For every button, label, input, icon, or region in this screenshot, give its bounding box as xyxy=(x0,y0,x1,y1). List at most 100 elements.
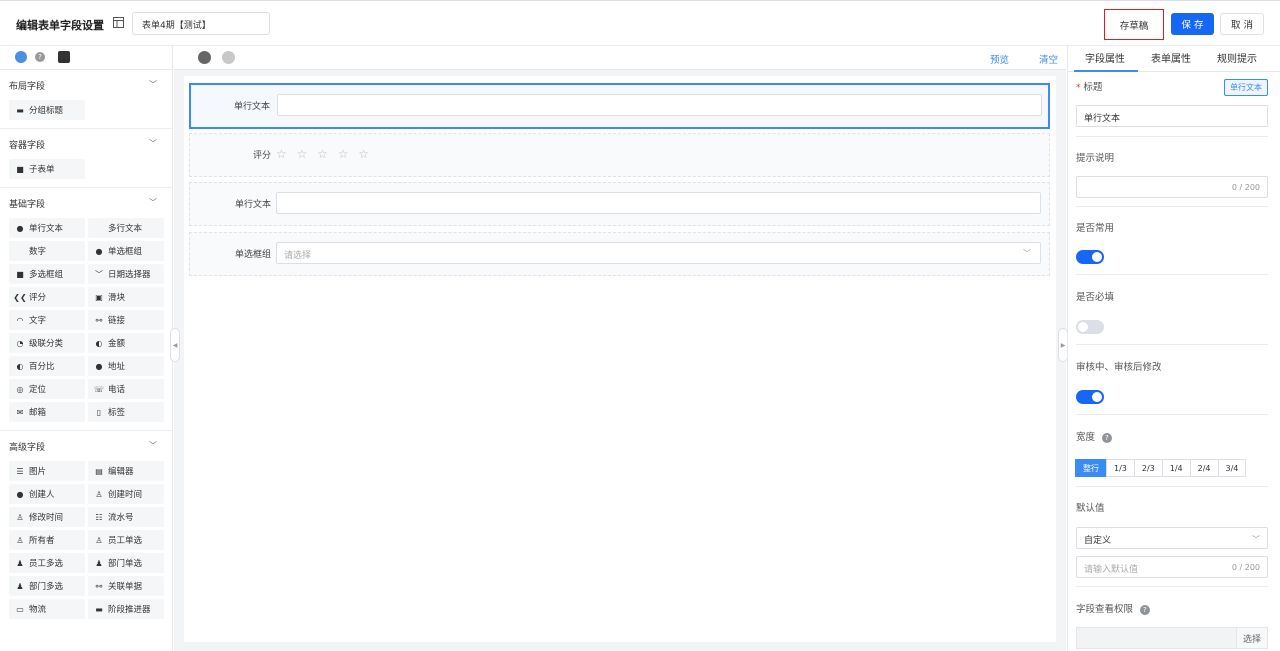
form-field-row[interactable]: 单选框组 请选择 ﹀ xyxy=(189,232,1050,276)
palette-item[interactable]: 多行文本 xyxy=(88,218,164,238)
tab-field-properties[interactable]: 字段属性 xyxy=(1085,50,1125,65)
required-toggle[interactable] xyxy=(1076,320,1104,334)
view-permission-field[interactable]: 选择 xyxy=(1076,627,1268,649)
palette-item[interactable]: ♙ 创建时间 xyxy=(88,484,164,504)
palette-tab-template-icon[interactable] xyxy=(58,51,70,63)
palette-item[interactable]: ♟ 部门单选 xyxy=(88,553,164,573)
palette-item-label: 部门单选 xyxy=(108,559,143,569)
palette-item[interactable]: ▯ 标签 xyxy=(88,402,164,422)
palette-section-header[interactable]: 基础字段 ﹀ xyxy=(0,188,172,218)
palette-tab-help-icon[interactable]: ? xyxy=(35,52,45,62)
palette-section-header[interactable]: 容器字段 ﹀ xyxy=(0,129,172,159)
hint-input[interactable]: 0 / 200 xyxy=(1076,176,1268,198)
clear-link[interactable]: 清空 xyxy=(1039,52,1058,66)
palette-item[interactable]: ◠ 文字 xyxy=(9,310,85,330)
select-input[interactable]: 请选择 ﹀ xyxy=(276,242,1041,264)
required-mark: * xyxy=(1076,83,1081,93)
active-tab-indicator xyxy=(1074,70,1138,72)
palette-tab-fields-icon[interactable] xyxy=(15,51,27,63)
palette-item[interactable]: ❮❮ 评分 xyxy=(9,287,85,307)
palette-item[interactable]: ♙ 所有者 xyxy=(9,530,85,550)
palette-item[interactable]: ☷ 流水号 xyxy=(88,507,164,527)
palette-item[interactable]: 数字 xyxy=(9,241,85,261)
layout-icon[interactable] xyxy=(113,17,124,28)
palette-item[interactable]: ● 单行文本 xyxy=(9,218,85,238)
review-edit-toggle[interactable] xyxy=(1076,390,1104,404)
save-button[interactable]: 保 存 xyxy=(1171,13,1214,35)
width-option[interactable]: 1/4 xyxy=(1161,459,1191,477)
slider-icon: ▣ xyxy=(95,292,103,302)
form-field-row[interactable]: 评分 ☆ ☆ ☆ ☆ ☆ xyxy=(189,133,1050,177)
palette-item[interactable]: ■ 子表单 xyxy=(9,159,85,179)
width-option[interactable]: 2/3 xyxy=(1133,459,1163,477)
form-field-row[interactable]: 单行文本 xyxy=(189,83,1050,129)
title-input[interactable]: 单行文本 xyxy=(1076,105,1268,127)
help-icon[interactable]: ? xyxy=(1101,432,1112,443)
palette-item[interactable]: ⚯ 链接 xyxy=(88,310,164,330)
palette-item[interactable]: ☰ 图片 xyxy=(9,461,85,481)
form-field-row[interactable]: 单行文本 xyxy=(189,182,1050,226)
width-option[interactable]: 3/4 xyxy=(1217,459,1247,477)
palette-item[interactable]: ✉ 邮箱 xyxy=(9,402,85,422)
palette-item[interactable]: ﹀ 日期选择器 xyxy=(88,264,164,284)
palette-item[interactable]: ♟ 部门多选 xyxy=(9,576,85,596)
preview-link[interactable]: 预览 xyxy=(990,52,1009,66)
palette-item[interactable]: ◐ 百分比 xyxy=(9,356,85,376)
palette-item[interactable]: ▬ 阶段推进器 xyxy=(88,599,164,619)
width-option[interactable]: 2/4 xyxy=(1189,459,1219,477)
collapse-left-handle[interactable]: ◀ xyxy=(170,328,180,362)
palette-item-label: 关联单据 xyxy=(108,582,143,592)
palette-item[interactable]: ☏ 电话 xyxy=(88,379,164,399)
palette-item[interactable]: ⚯ 关联单据 xyxy=(88,576,164,596)
common-toggle[interactable] xyxy=(1076,250,1104,264)
palette-item[interactable]: ♙ 修改时间 xyxy=(9,507,85,527)
pc-view-icon[interactable] xyxy=(198,51,211,64)
palette-item[interactable]: ● 创建人 xyxy=(9,484,85,504)
default-mode-select[interactable]: 自定义 ﹀ xyxy=(1076,527,1268,549)
palette-item[interactable]: ■ 多选框组 xyxy=(9,264,85,284)
width-option[interactable]: 整行 xyxy=(1075,459,1107,477)
palette-section-title: 高级字段 xyxy=(9,443,46,453)
text-input[interactable] xyxy=(277,94,1042,116)
radio-icon: ● xyxy=(95,246,103,256)
text-input[interactable] xyxy=(276,192,1041,214)
cancel-button[interactable]: 取 消 xyxy=(1220,13,1264,35)
toggle-knob xyxy=(1092,392,1102,402)
permission-select-button[interactable]: 选择 xyxy=(1235,628,1267,648)
palette-item[interactable]: ● 地址 xyxy=(88,356,164,376)
palette-item[interactable]: ♙ 员工单选 xyxy=(88,530,164,550)
palette-section-header[interactable]: 布局字段 ﹀ xyxy=(0,70,172,100)
form-designer-canvas: 预览 清空 单行文本 评分 ☆ ☆ ☆ ☆ ☆ 单行文本 单选框组 请选择 ﹀ xyxy=(174,46,1066,651)
palette-item[interactable]: ♟ 员工多选 xyxy=(9,553,85,573)
rating-stars[interactable]: ☆ ☆ ☆ ☆ ☆ xyxy=(276,147,372,161)
tab-form-properties[interactable]: 表单属性 xyxy=(1151,50,1191,65)
palette-item-label: 部门多选 xyxy=(29,582,64,592)
palette-section-header[interactable]: 高级字段 ﹀ xyxy=(0,431,172,461)
palette-item[interactable]: ▬ 分组标题 xyxy=(9,100,85,120)
palette-item[interactable]: ◔ 级联分类 xyxy=(9,333,85,353)
palette-item-label: 链接 xyxy=(108,316,126,326)
mobile-view-icon[interactable] xyxy=(222,51,235,64)
field-label: 评分 xyxy=(252,151,271,161)
save-draft-button[interactable]: 存草稿 xyxy=(1104,9,1164,40)
divider xyxy=(1076,344,1268,345)
palette-item[interactable]: ▭ 物流 xyxy=(9,599,85,619)
tab-rule-hints[interactable]: 规则提示 xyxy=(1217,50,1257,65)
field-palette: ? 布局字段 ﹀ ▬ 分组标题容器字段 ﹀ ■ 子表单基础字段 ﹀ ● 单行文本 多行文本 数字 ● 单选… xyxy=(0,46,173,651)
palette-section: 基础字段 ﹀ ● 单行文本 多行文本 数字 ● 单选框组 ■ 多选框组 ﹀ 日期选择器 ❮❮ 评分 ▣ 滑块 ◠… xyxy=(0,187,172,430)
chevron-down-icon: ﹀ xyxy=(1023,249,1031,258)
link-icon: ⚯ xyxy=(95,315,103,325)
palette-item-label: 评分 xyxy=(29,293,47,303)
palette-item[interactable]: ▣ 滑块 xyxy=(88,287,164,307)
palette-item[interactable]: ▤ 编辑器 xyxy=(88,461,164,481)
default-value-input[interactable]: 请输入默认值 0 / 200 xyxy=(1076,556,1268,578)
palette-item[interactable]: ◐ 金额 xyxy=(88,333,164,353)
select-placeholder: 请选择 xyxy=(284,251,312,261)
width-option[interactable]: 1/3 xyxy=(1106,459,1135,477)
palette-item[interactable]: ◎ 定位 xyxy=(9,379,85,399)
properties-panel: 字段属性 表单属性 规则提示 * 标题 单行文本 单行文本 提示说明 0 / 2… xyxy=(1067,46,1280,651)
palette-item-label: 阶段推进器 xyxy=(108,605,151,615)
palette-item[interactable]: ● 单选框组 xyxy=(88,241,164,261)
form-name-field[interactable]: 表单4期【测试】 xyxy=(132,12,270,35)
help-icon[interactable]: ? xyxy=(1139,604,1150,615)
